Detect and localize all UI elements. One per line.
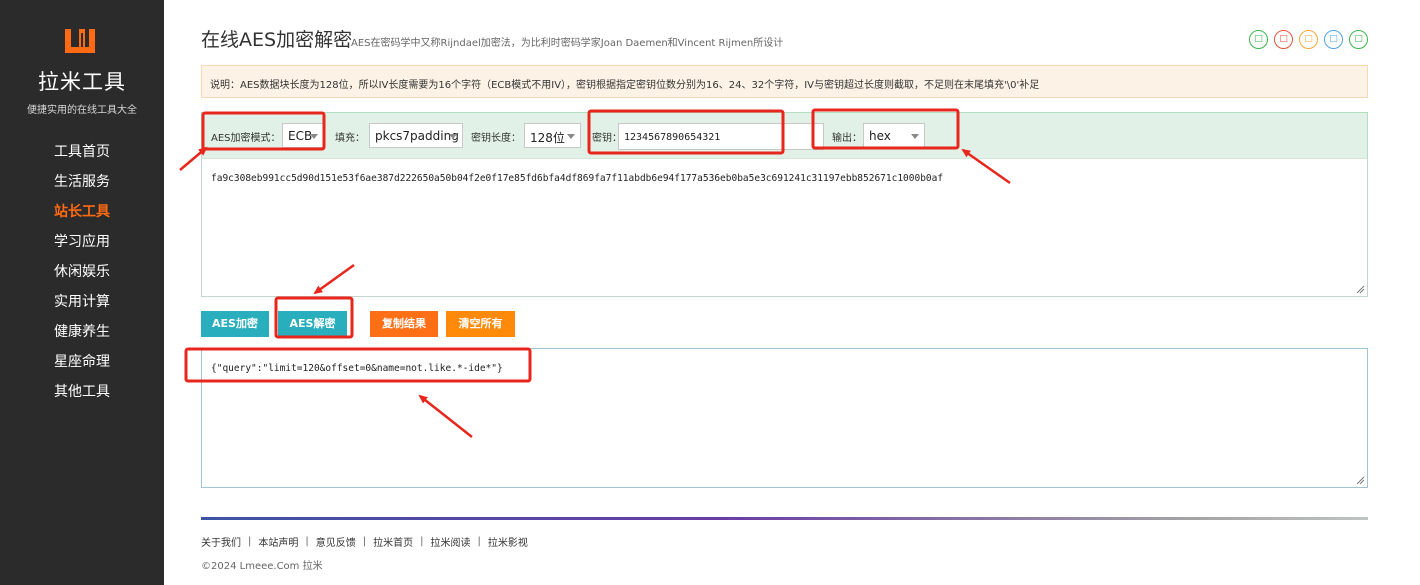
- padding-label: 填充：: [335, 133, 365, 144]
- share-bar: □ □ □ □ □: [1249, 30, 1368, 49]
- output-textarea[interactable]: {"query":"limit=120&offset=0&name=not.li…: [201, 348, 1368, 488]
- sidebar-item-calculators[interactable]: 实用计算: [54, 292, 110, 322]
- sidebar-item-home[interactable]: 工具首页: [54, 142, 110, 172]
- chevron-down-icon: [449, 134, 457, 139]
- key-input[interactable]: 1234567890654321: [618, 123, 824, 150]
- clear-all-button[interactable]: 清空所有: [446, 311, 515, 337]
- footer-links: 关于我们 | 本站声明 | 意见反馈 | 拉米首页 | 拉米阅读 | 拉米影视: [201, 534, 528, 549]
- sidebar-item-webmaster-tools[interactable]: 站长工具: [54, 202, 110, 232]
- output-label: 输出：: [832, 133, 862, 144]
- sidebar-item-entertainment[interactable]: 休闲娱乐: [54, 262, 110, 292]
- copyright: ©2024 Lmeee.Com 拉米: [201, 561, 323, 572]
- output-value: hex: [869, 129, 891, 143]
- mode-select[interactable]: ECB: [282, 123, 324, 148]
- brand-name[interactable]: 拉米工具: [0, 66, 164, 96]
- keylen-select[interactable]: 128位: [524, 123, 581, 148]
- resize-handle-icon[interactable]: [1356, 476, 1365, 485]
- sidebar-item-health[interactable]: 健康养生: [54, 322, 110, 352]
- options-bar: AES加密模式： ECB 填充： pkcs7padding 密钥长度： 128位…: [201, 112, 1368, 158]
- sidebar-item-learning[interactable]: 学习应用: [54, 232, 110, 262]
- sidebar-nav: 工具首页 生活服务 站长工具 学习应用 休闲娱乐 实用计算 健康养生 星座命理 …: [54, 142, 110, 412]
- keylen-label: 密钥长度：: [471, 133, 521, 144]
- footer-link-home[interactable]: 拉米首页: [373, 534, 413, 549]
- input-text: fa9c308eb991cc5d90d151e53f6ae387d222650a…: [211, 173, 944, 184]
- padding-select[interactable]: pkcs7padding: [369, 123, 463, 148]
- keylen-value: 128位: [530, 131, 565, 145]
- wechat-share-icon[interactable]: □: [1249, 30, 1268, 49]
- output-select[interactable]: hex: [863, 123, 925, 148]
- aes-encrypt-button[interactable]: AES加密: [201, 311, 269, 337]
- sidebar-item-other-tools[interactable]: 其他工具: [54, 382, 110, 412]
- chevron-down-icon: [567, 134, 575, 139]
- input-textarea[interactable]: fa9c308eb991cc5d90d151e53f6ae387d222650a…: [201, 158, 1368, 297]
- resize-handle-icon[interactable]: [1356, 285, 1365, 294]
- copy-result-button[interactable]: 复制结果: [370, 311, 438, 337]
- mode-value: ECB: [288, 129, 313, 143]
- page-subtitle: AES在密码学中又称Rijndael加密法，为比利时密码学家Joan Daeme…: [351, 38, 784, 49]
- qzone-share-icon[interactable]: □: [1299, 30, 1318, 49]
- aes-decrypt-button[interactable]: AES解密: [278, 311, 347, 337]
- brand-tagline: 便捷实用的在线工具大全: [27, 105, 137, 116]
- qq-share-icon[interactable]: □: [1324, 30, 1343, 49]
- weibo-share-icon[interactable]: □: [1274, 30, 1293, 49]
- chevron-down-icon: [911, 134, 919, 139]
- footer-link-about[interactable]: 关于我们: [201, 534, 241, 549]
- main-content: 在线AES加密解密 AES在密码学中又称Rijndael加密法，为比利时密码学家…: [201, 0, 1368, 585]
- page-title: 在线AES加密解密: [201, 29, 353, 51]
- mode-label: AES加密模式：: [211, 133, 281, 144]
- footer-link-statement[interactable]: 本站声明: [258, 534, 298, 549]
- padding-value: pkcs7padding: [375, 129, 459, 143]
- footer-divider: [201, 517, 1368, 520]
- footer-link-feedback[interactable]: 意见反馈: [316, 534, 356, 549]
- more-share-icon[interactable]: □: [1349, 30, 1368, 49]
- notice-box: 说明：AES数据块长度为128位，所以IV长度需要为16个字符（ECB模式不用I…: [201, 65, 1368, 98]
- lami-logo-icon[interactable]: [63, 27, 97, 55]
- chevron-down-icon: [310, 134, 318, 139]
- footer-link-video[interactable]: 拉米影视: [488, 534, 528, 549]
- sidebar-item-astrology[interactable]: 星座命理: [54, 352, 110, 382]
- sidebar: 拉米工具 便捷实用的在线工具大全 工具首页 生活服务 站长工具 学习应用 休闲娱…: [0, 0, 164, 585]
- sidebar-item-life-services[interactable]: 生活服务: [54, 172, 110, 202]
- footer-link-reading[interactable]: 拉米阅读: [431, 534, 471, 549]
- output-text: {"query":"limit=120&offset=0&name=not.li…: [211, 363, 503, 374]
